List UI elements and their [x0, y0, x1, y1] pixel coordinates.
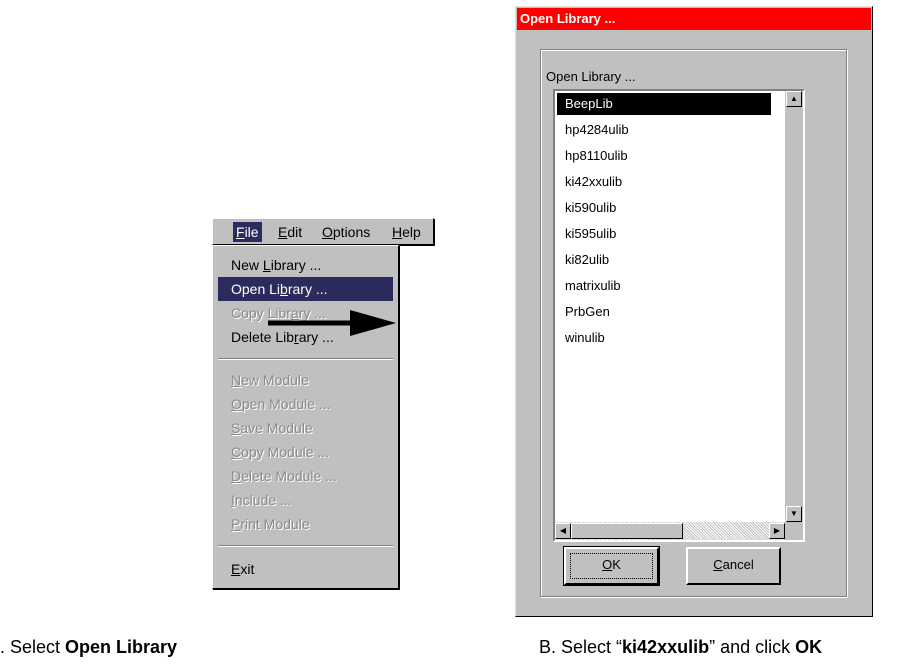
scrollbar-corner: [785, 522, 803, 540]
menu-item-save-module: Save Module: [231, 420, 313, 436]
vertical-scrollbar[interactable]: ▲ ▼: [785, 91, 803, 522]
list-item[interactable]: ki42xxulib: [557, 171, 771, 193]
list-item[interactable]: ki595ulib: [557, 223, 771, 245]
open-library-dialog: Open Library ... Open Library ... BeepLi…: [515, 6, 873, 617]
menu-item-exit[interactable]: Exit: [218, 557, 393, 581]
scroll-down-icon[interactable]: ▼: [786, 506, 802, 522]
list-item[interactable]: hp8110ulib: [557, 145, 771, 167]
focus-rect: [570, 553, 653, 579]
menu-item-new-library[interactable]: New Library ...: [218, 253, 393, 277]
list-item[interactable]: hp4284ulib: [557, 119, 771, 141]
list-item[interactable]: matrixulib: [557, 275, 771, 297]
ok-button[interactable]: OK: [563, 546, 660, 586]
menu-separator: [218, 358, 393, 360]
scroll-right-icon[interactable]: ▶: [769, 523, 785, 539]
menu-help[interactable]: Help: [389, 222, 424, 242]
menu-item-delete-module: Delete Module ...: [231, 468, 337, 484]
menu-item-include: Include ...: [231, 492, 292, 508]
list-item[interactable]: ki82ulib: [557, 249, 771, 271]
horizontal-scrollbar[interactable]: ◀ ▶: [555, 522, 785, 540]
cancel-button[interactable]: Cancel: [686, 547, 781, 585]
scroll-left-icon[interactable]: ◀: [555, 523, 571, 539]
group-label: Open Library ...: [546, 69, 636, 84]
library-listbox[interactable]: BeepLib hp4284ulib hp8110ulib ki42xxulib…: [553, 89, 805, 542]
list-item[interactable]: PrbGen: [557, 301, 771, 323]
list-item[interactable]: winulib: [557, 327, 771, 349]
menu-options[interactable]: Options: [319, 222, 373, 242]
horizontal-scroll-thumb[interactable]: [571, 523, 683, 539]
file-dropdown-menu: New Library ... Open Library ... Copy Li…: [212, 245, 399, 589]
menu-item-open-module: Open Module ...: [231, 396, 331, 412]
menu-item-print-module: Print Module: [231, 516, 310, 532]
menu-file[interactable]: File: [233, 222, 262, 242]
dialog-title-bar: Open Library ...: [517, 8, 871, 30]
menu-item-copy-module: Copy Module ...: [231, 444, 330, 460]
scroll-up-icon[interactable]: ▲: [786, 91, 802, 107]
list-item[interactable]: BeepLib: [557, 93, 771, 115]
menu-item-new-module: New Module: [231, 372, 309, 388]
list-item[interactable]: ki590ulib: [557, 197, 771, 219]
caption-b: B. Select “ki42xxulib” and click OK: [539, 637, 823, 657]
right-arrow-icon: [268, 310, 396, 336]
menu-item-open-library[interactable]: Open Library ...: [218, 277, 393, 301]
menu-edit[interactable]: Edit: [275, 222, 305, 242]
menu-bar: File Edit Options Help: [212, 218, 434, 245]
caption-a: . Select Open Library: [0, 637, 178, 657]
menu-separator: [218, 545, 393, 547]
